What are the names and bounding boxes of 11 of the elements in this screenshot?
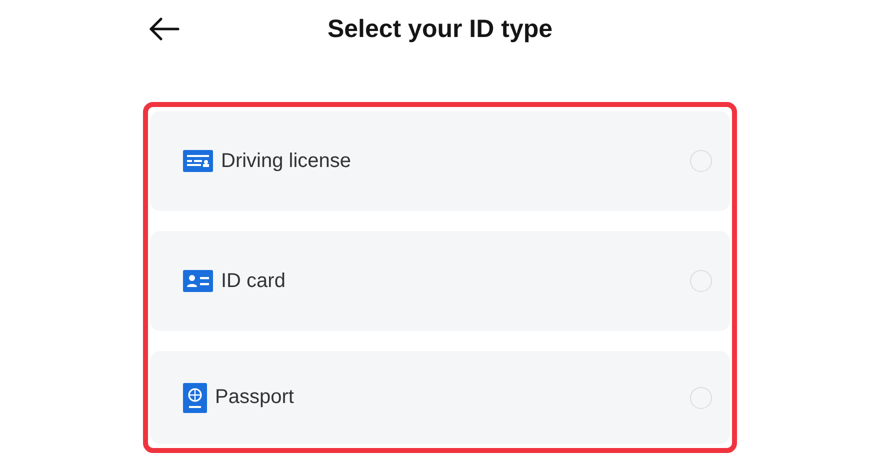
id-type-option[interactable]: Passport	[150, 351, 730, 444]
back-arrow-icon[interactable]	[148, 17, 180, 41]
passport-icon	[183, 382, 207, 412]
radio-button[interactable]	[690, 270, 712, 292]
radio-button[interactable]	[690, 386, 712, 408]
page-title: Select your ID type	[327, 14, 553, 44]
id-type-option[interactable]: Driving license	[150, 111, 730, 211]
radio-button[interactable]	[690, 150, 712, 172]
license-card-icon	[183, 150, 213, 172]
id-card-icon	[183, 270, 213, 292]
id-type-option[interactable]: ID card	[150, 231, 730, 331]
